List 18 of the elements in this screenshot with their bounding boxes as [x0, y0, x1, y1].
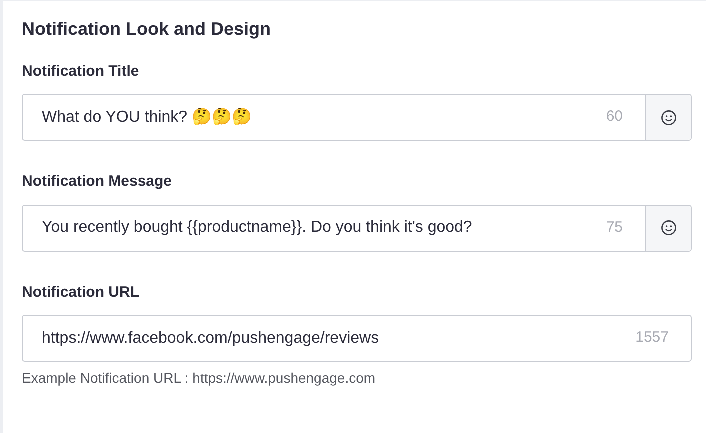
character-count: 60: [606, 107, 624, 128]
field-label: Notification Message: [22, 172, 174, 192]
help-text: Example Notification URL : https://www.pushengage.com: [22, 369, 377, 388]
smiley-icon: [660, 110, 676, 126]
emoji-button[interactable]: [645, 95, 691, 140]
field-label: Notification Title: [22, 62, 140, 82]
text-input[interactable]: What do YOU think? 🤔🤔🤔: [23, 95, 606, 140]
emoji-button[interactable]: [645, 206, 691, 251]
text-input[interactable]: You recently bought {{productname}}. Do you think it's good?: [23, 206, 606, 251]
section-title: Notification Look and Design: [22, 19, 272, 41]
text-input[interactable]: https://www.facebook.com/pushengage/reviews: [23, 316, 636, 362]
character-count: 1557: [636, 328, 670, 348]
smiley-icon: [660, 220, 676, 236]
field-label: Notification URL: [22, 282, 140, 303]
input-group[interactable]: https://www.facebook.com/pushengage/reviews 1557: [22, 315, 692, 362]
input-group[interactable]: You recently bought {{productname}}. Do you think it's good? 75: [22, 204, 692, 252]
input-group[interactable]: What do YOU think? 🤔🤔🤔 60: [22, 94, 692, 142]
character-count: 75: [606, 218, 624, 238]
